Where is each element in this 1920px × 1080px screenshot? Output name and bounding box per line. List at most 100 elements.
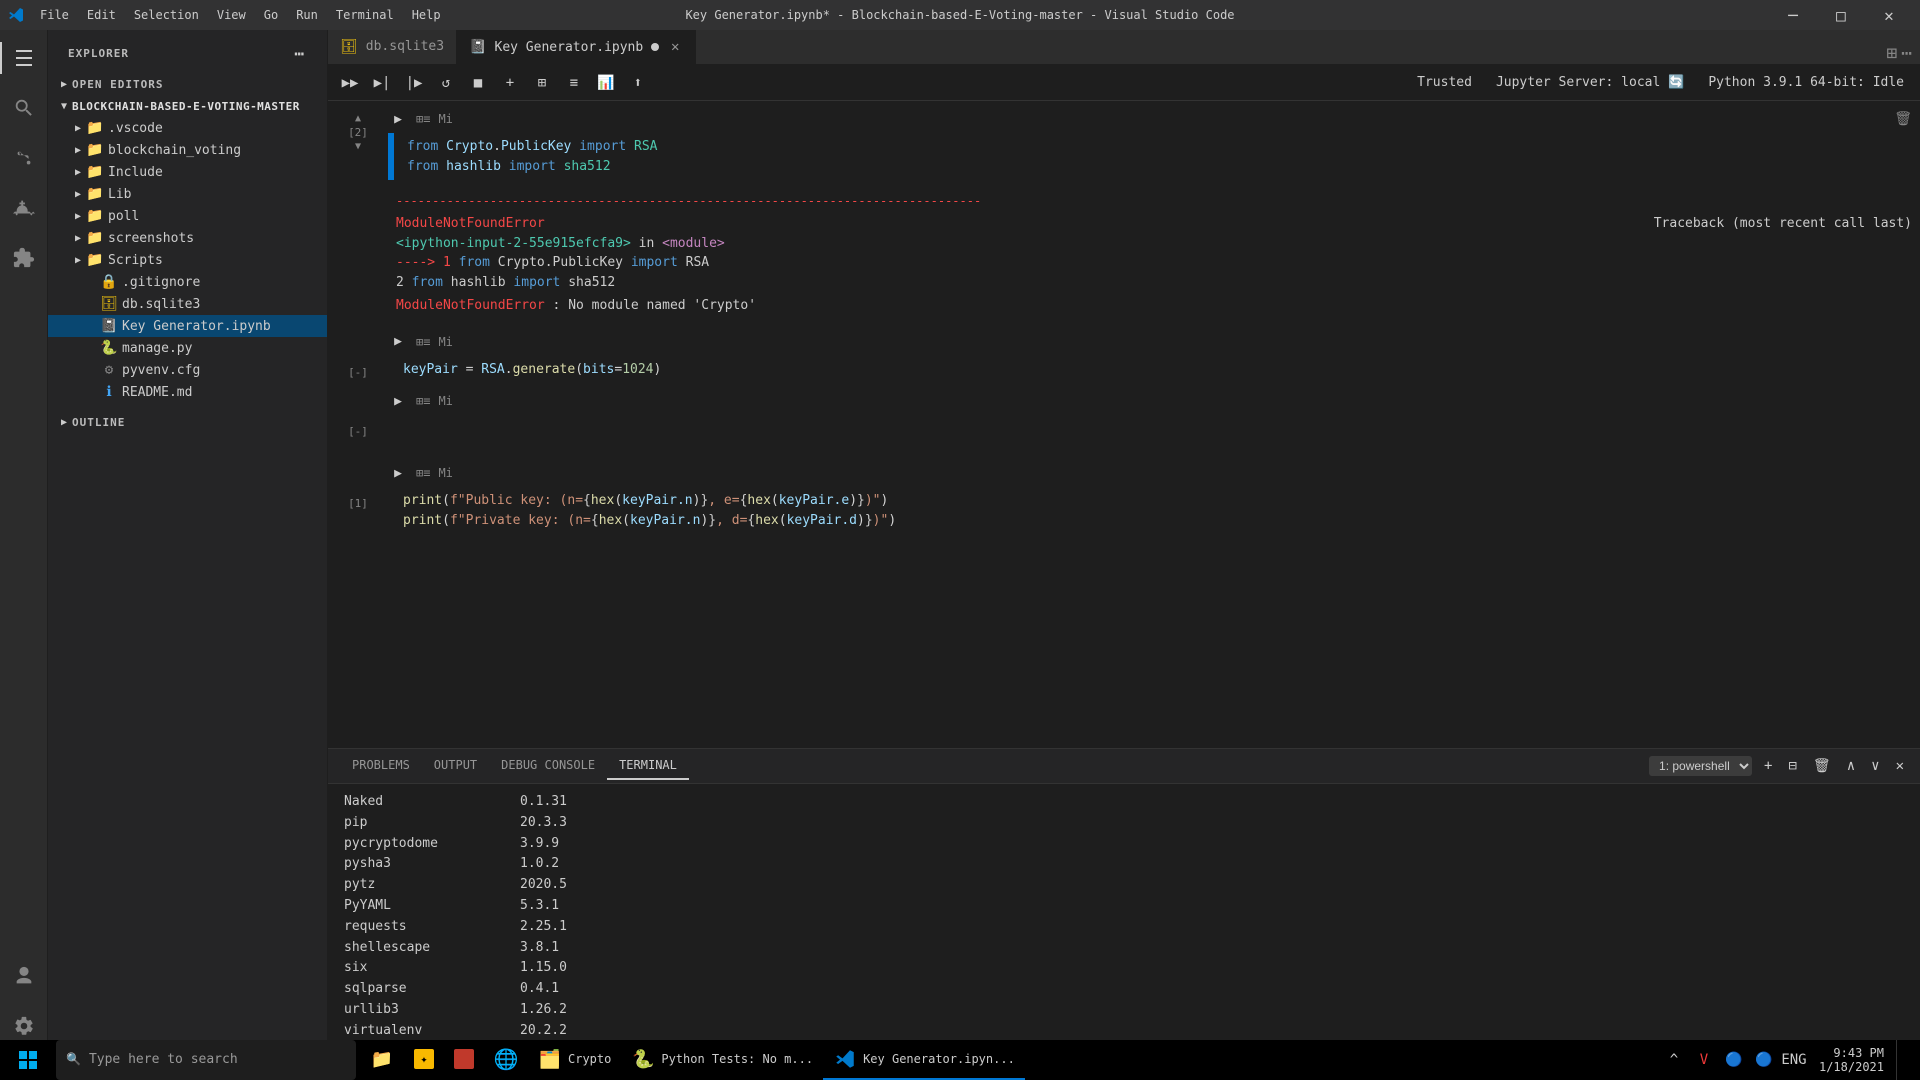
tree-item-pyvenv[interactable]: ▶ ⚙ pyvenv.cfg (48, 359, 327, 381)
file-db-icon: 🗄 (100, 296, 118, 312)
taskbar-app-red[interactable] (444, 1040, 484, 1080)
cell-2-input[interactable]: from Crypto.PublicKey import RSA from ha… (388, 133, 1920, 180)
terminal-content[interactable]: Naked0.1.31pip20.3.3pycryptodome3.9.9pys… (328, 784, 1920, 1058)
tree-item-poll[interactable]: ▶ 📁 poll (48, 205, 327, 227)
cell-2-collapse-down[interactable]: ▼ (355, 141, 361, 152)
activity-source-control[interactable] (0, 134, 48, 182)
export-button[interactable]: ⬆ (624, 71, 652, 95)
cell-minus1-input[interactable]: keyPair = RSA.generate(bits=1024) (388, 356, 1920, 384)
taskbar-edge[interactable]: 🌐 (484, 1040, 528, 1080)
tab-db-sqlite3[interactable]: 🗄 db.sqlite3 (328, 30, 457, 64)
tree-item-readme[interactable]: ▶ ℹ README.md (48, 381, 327, 403)
tray-vivaldi-icon[interactable]: V (1691, 1040, 1717, 1080)
cell-2-run-button[interactable]: ▶ (388, 109, 408, 129)
taskbar-app-yellow[interactable]: ✦ (404, 1040, 444, 1080)
cell-1-run-button[interactable]: ▶ (388, 463, 408, 483)
tree-item-lib[interactable]: ▶ 📁 Lib (48, 183, 327, 205)
tree-item-manage-py[interactable]: ▶ 🐍 manage.py (48, 337, 327, 359)
menu-view[interactable]: View (209, 4, 254, 26)
activity-search[interactable] (0, 84, 48, 132)
run-below-button[interactable]: |▶ (400, 71, 428, 95)
tree-root-folder[interactable]: ▼ BLOCKCHAIN-BASED-E-VOTING-MASTER (48, 95, 327, 117)
kw-kp-e: keyPair.e (779, 493, 849, 508)
tree-item-gitignore[interactable]: ▶ 🔒 .gitignore (48, 271, 327, 293)
kw-kp-n2: keyPair.n (630, 513, 700, 528)
tray-lang[interactable]: ENG (1781, 1040, 1807, 1080)
panel-tab-debug[interactable]: DEBUG CONSOLE (489, 752, 607, 780)
panel-tab-output[interactable]: OUTPUT (422, 752, 489, 780)
cell-1-input[interactable]: print(f"Public key: (n={hex(keyPair.n)},… (388, 487, 1920, 534)
maximize-button[interactable]: □ (1818, 0, 1864, 30)
split-terminal-button[interactable]: ⊟ (1784, 756, 1800, 776)
activity-explorer[interactable] (0, 34, 48, 82)
tree-item-key-generator[interactable]: ▶ 📓 Key Generator.ipynb + (48, 315, 327, 337)
cell-2-delete-button[interactable]: 🗑 (1894, 111, 1912, 127)
menu-edit[interactable]: Edit (79, 4, 124, 26)
activity-debug[interactable] (0, 184, 48, 232)
cell-1-format-button[interactable]: ⊞≡ (412, 465, 434, 481)
panel-scroll-up-button[interactable]: ∧ (1843, 756, 1859, 776)
toggle-outputs-button[interactable]: ≡ (560, 71, 588, 95)
jupyter-server-button[interactable]: Jupyter Server: local 🔄 (1488, 73, 1692, 92)
taskbar-crypto[interactable]: 🗂️ Crypto (528, 1040, 621, 1080)
close-button[interactable]: ✕ (1866, 0, 1912, 30)
cell-2-collapse-up[interactable]: ▲ (355, 113, 361, 124)
tree-item-scripts[interactable]: ▶ 📁 Scripts (48, 249, 327, 271)
cell-minus1-format-button[interactable]: ⊞≡ (412, 334, 434, 350)
terminal-selector[interactable]: 1: powershell (1649, 756, 1752, 776)
show-desktop-button[interactable] (1896, 1040, 1908, 1080)
interrupt-button[interactable]: ■ (464, 71, 492, 95)
error-file-text: <ipython-input-2-55e915efcfa9> (396, 236, 631, 251)
tab-close-button[interactable]: ✕ (667, 39, 683, 55)
menu-help[interactable]: Help (404, 4, 449, 26)
cell-2-format-button[interactable]: ⊞≡ (412, 111, 434, 127)
sidebar-new-file-icon[interactable]: ⋯ (292, 42, 307, 65)
tree-item-db-sqlite3[interactable]: ▶ 🗄 db.sqlite3 (48, 293, 327, 315)
clock[interactable]: 9:43 PM 1/18/2021 (1811, 1040, 1892, 1080)
tray-icon-3[interactable]: 🔵 (1751, 1040, 1777, 1080)
tree-item-blockchain-voting[interactable]: ▶ 📁 blockchain_voting (48, 139, 327, 161)
trusted-button[interactable]: Trusted (1409, 73, 1480, 92)
tree-open-editors[interactable]: ▶ OPEN EDITORS (48, 73, 327, 95)
tray-icon-2[interactable]: 🔵 (1721, 1040, 1747, 1080)
panel-tab-terminal[interactable]: TERMINAL (607, 752, 689, 780)
activity-account[interactable] (0, 952, 48, 1000)
more-cells-button[interactable]: ⊞ (528, 71, 556, 95)
variable-explorer-button[interactable]: 📊 (592, 71, 620, 95)
cell-minus2-run-button[interactable]: ▶ (388, 391, 408, 411)
menu-selection[interactable]: Selection (126, 4, 207, 26)
tree-item-include[interactable]: ▶ 📁 Include (48, 161, 327, 183)
search-icon: 🔍 (66, 1052, 81, 1066)
menu-file[interactable]: File (32, 4, 77, 26)
cell-minus1-run-button[interactable]: ▶ (388, 332, 408, 352)
run-all-button[interactable]: ▶▶ (336, 71, 364, 95)
kill-terminal-button[interactable]: 🗑 (1809, 756, 1835, 776)
add-code-button[interactable]: + (496, 71, 524, 95)
panel-tab-problems[interactable]: PROBLEMS (340, 752, 422, 780)
new-terminal-button[interactable]: + (1760, 756, 1776, 776)
restart-button[interactable]: ↺ (432, 71, 460, 95)
tree-item-vscode[interactable]: ▶ 📁 .vscode (48, 117, 327, 139)
kernel-button[interactable]: Python 3.9.1 64-bit: Idle (1700, 73, 1912, 92)
activity-extensions[interactable] (0, 234, 48, 282)
split-editor-icon[interactable]: ⊞ (1886, 43, 1897, 64)
cell-minus2-input[interactable] (388, 415, 1920, 455)
tab-key-generator[interactable]: 📓 Key Generator.ipynb ✕ (457, 30, 696, 64)
menu-run[interactable]: Run (288, 4, 326, 26)
run-above-button[interactable]: ▶| (368, 71, 396, 95)
tree-outline[interactable]: ▶ OUTLINE (48, 411, 327, 433)
more-actions-icon[interactable]: ⋯ (1901, 43, 1912, 64)
taskbar-vscode[interactable]: Key Generator.ipyn... (823, 1040, 1025, 1080)
taskbar-start-button[interactable] (4, 1040, 52, 1080)
taskbar-search[interactable]: 🔍 Type here to search (56, 1040, 356, 1080)
close-panel-button[interactable]: ✕ (1892, 756, 1908, 776)
taskbar-python-tests[interactable]: 🐍 Python Tests: No m... (621, 1040, 823, 1080)
tray-show-hidden[interactable]: ^ (1661, 1040, 1687, 1080)
menu-terminal[interactable]: Terminal (328, 4, 402, 26)
minimize-button[interactable]: ─ (1770, 0, 1816, 30)
panel-scroll-down-button[interactable]: ∨ (1867, 756, 1883, 776)
cell-minus2-format-button[interactable]: ⊞≡ (412, 393, 434, 409)
tree-item-screenshots[interactable]: ▶ 📁 screenshots (48, 227, 327, 249)
menu-go[interactable]: Go (256, 4, 286, 26)
taskbar-file-explorer[interactable]: 📁 (360, 1040, 404, 1080)
